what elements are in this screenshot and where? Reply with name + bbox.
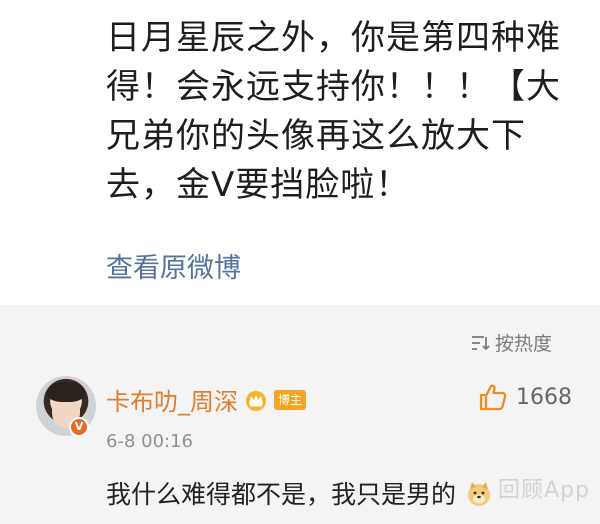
comment-username[interactable]: 卡布叻_周深 — [106, 382, 238, 417]
avatar-hair — [47, 382, 85, 402]
sort-icon — [471, 335, 490, 350]
comment-timestamp: 6-8 00:16 — [106, 431, 193, 452]
verified-badge: V — [69, 417, 89, 437]
like-button[interactable]: 1668 — [478, 383, 572, 411]
post-text-line: 得！会永远支持你！！！【大 — [106, 67, 561, 107]
post-body: 日月星辰之外，你是第四种难 得！会永远支持你！！！【大 兄弟你的头像再这么放大下… — [0, 0, 600, 305]
sort-label: 按热度 — [494, 333, 552, 355]
post-text: 日月星辰之外，你是第四种难 得！会永远支持你！！！【大 兄弟你的头像再这么放大下… — [106, 14, 586, 210]
post-text-line: 日月星辰之外，你是第四种难 — [106, 18, 561, 58]
comment-text-content: 我什么难得都不是，我只是男的 — [106, 480, 457, 509]
like-count: 1668 — [516, 384, 572, 410]
comment-text: 我什么难得都不是，我只是男的 — [106, 475, 492, 511]
thumbs-up-icon — [479, 384, 507, 411]
view-original-link[interactable]: 查看原微博 — [106, 246, 241, 285]
comments-section: 按热度 V 卡布叻_周深 博主 6-8 00:16 我什么难得都不是，我只是男的 — [0, 305, 600, 524]
post-text-line: 兄弟你的头像再这么放大下 — [106, 116, 526, 156]
comment-header: 卡布叻_周深 博主 — [106, 382, 307, 417]
crown-icon — [246, 390, 266, 411]
watermark: · 回顾App — [482, 478, 590, 503]
host-tag: 博主 — [274, 389, 307, 410]
post-text-line: 去，金V要挡脸啦！ — [106, 165, 411, 205]
sort-by-hot-button[interactable]: 按热度 — [470, 329, 552, 356]
